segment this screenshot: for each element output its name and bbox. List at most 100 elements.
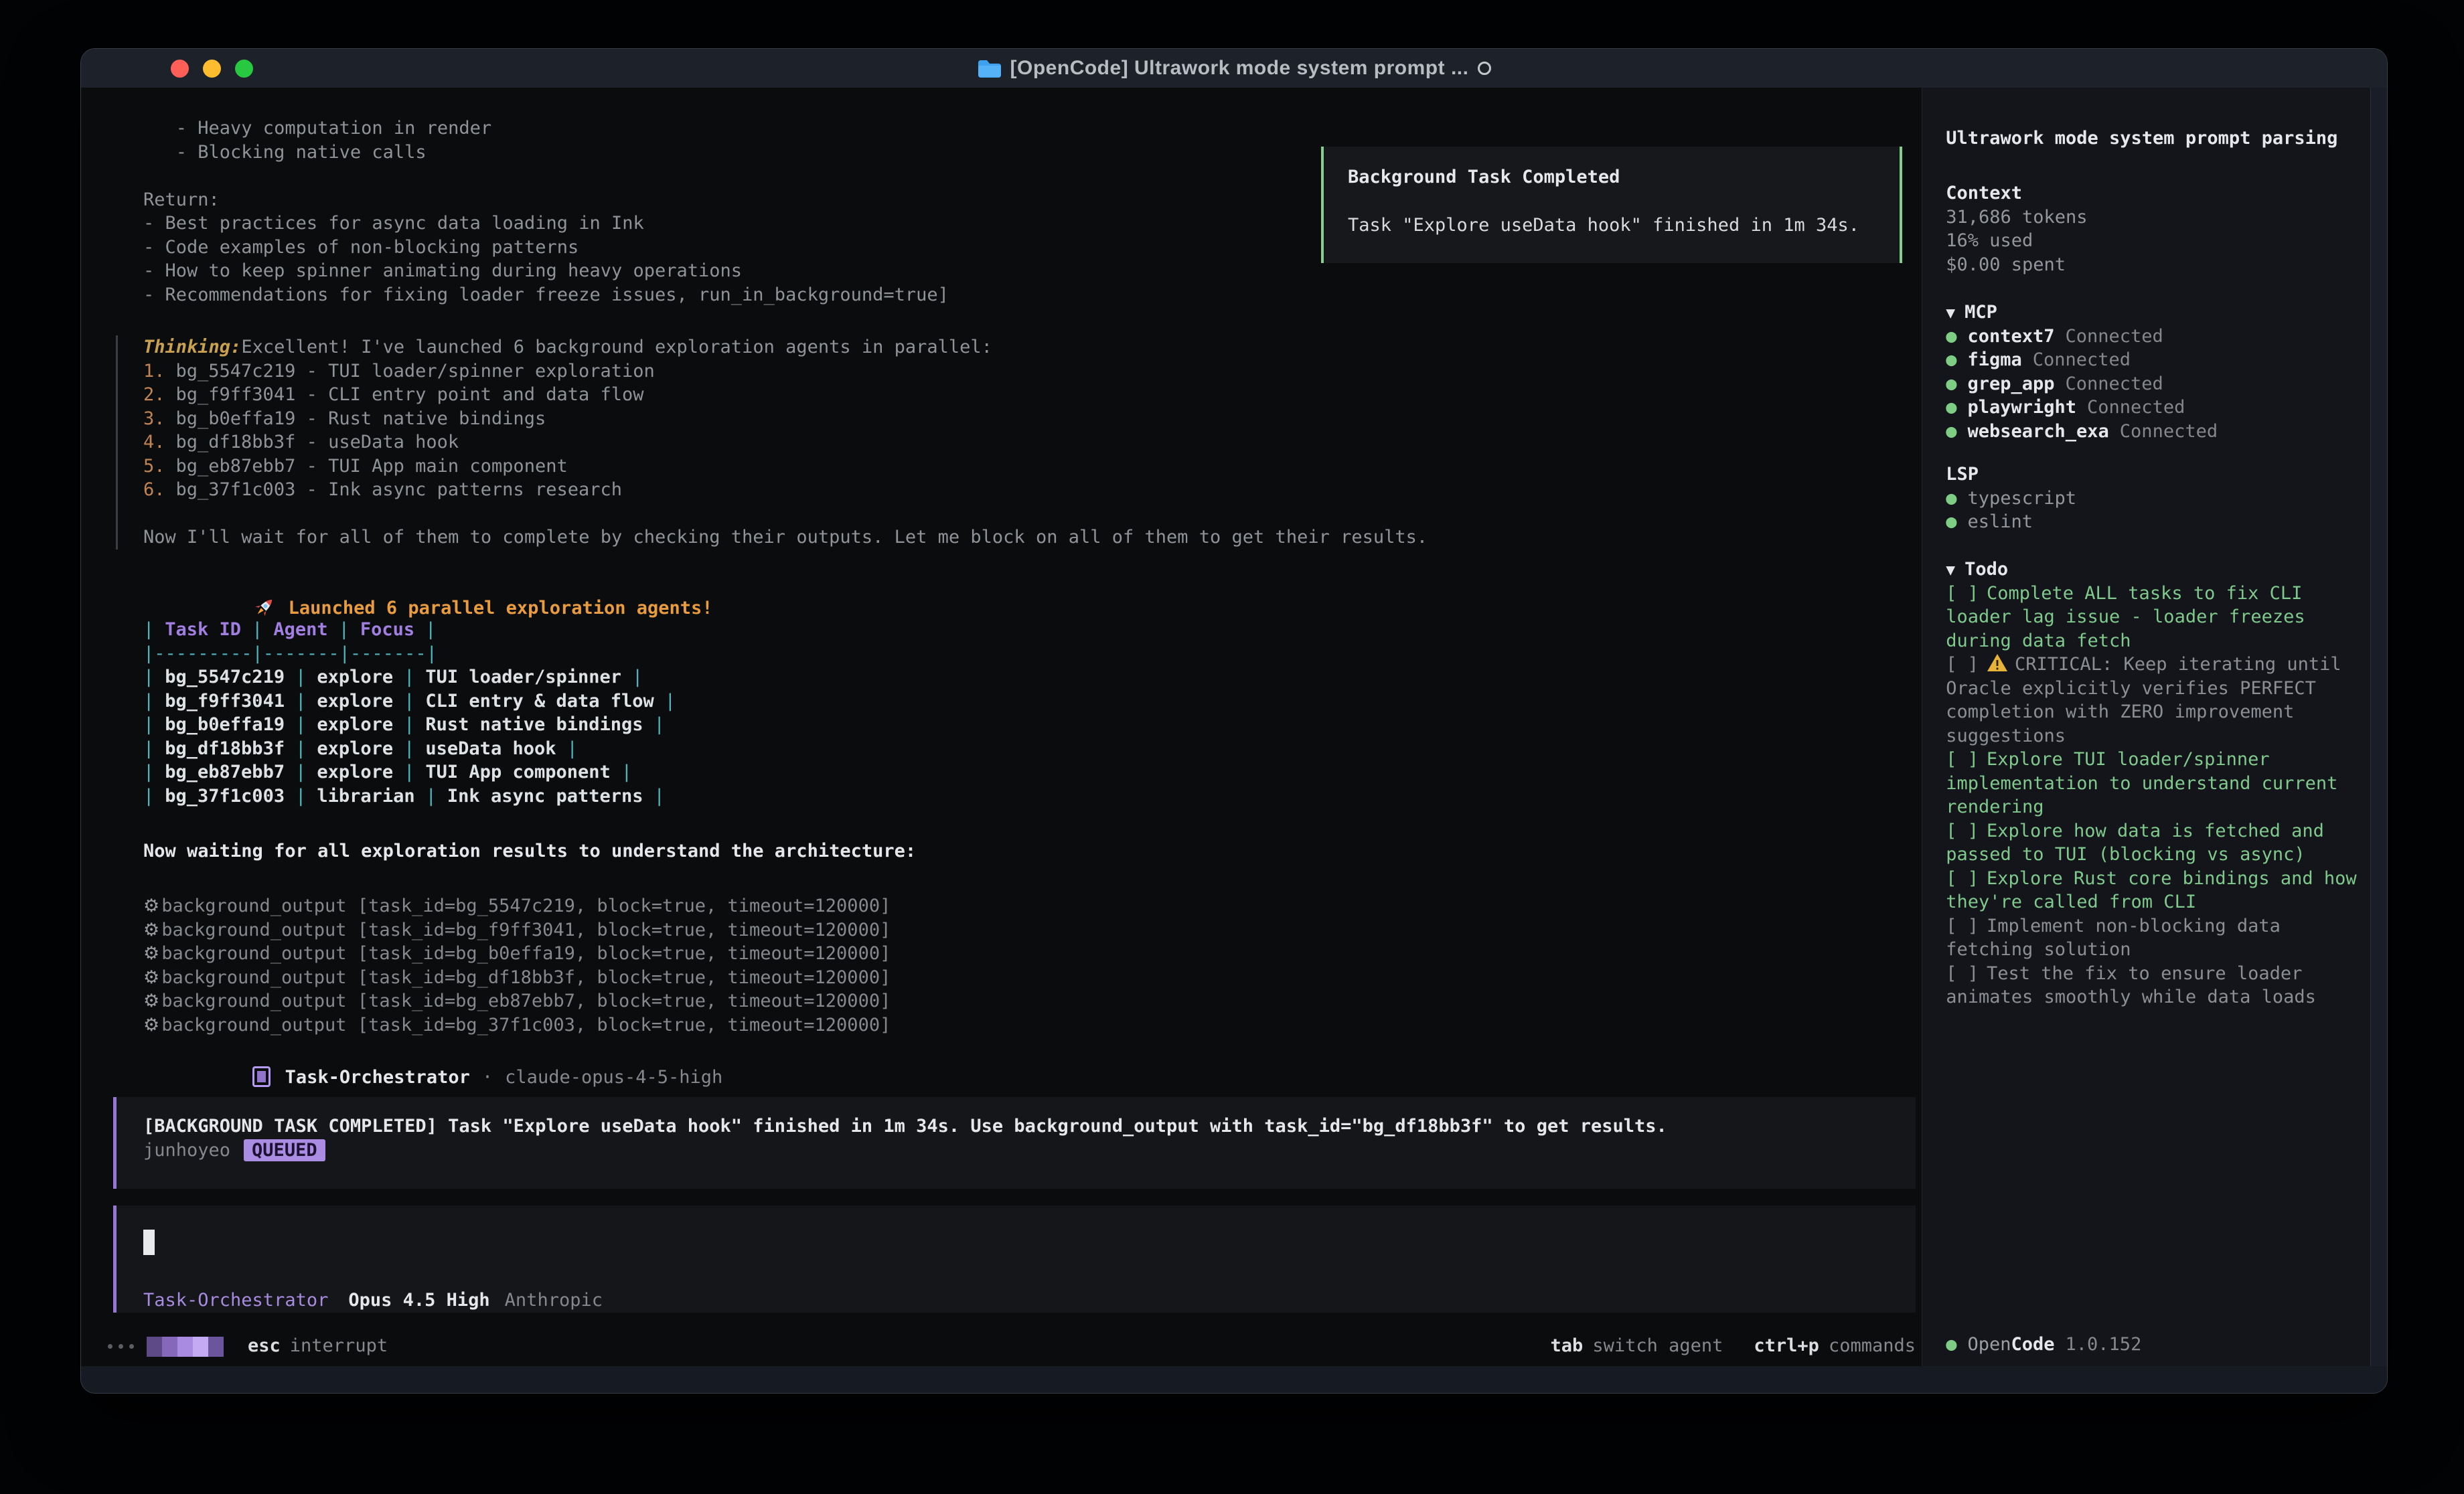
status-dot-icon: ● (1946, 421, 1956, 442)
session-title: Ultrawork mode system prompt parsing (1946, 127, 2358, 151)
thinking-item: 1.bg_5547c219 - TUI loader/spinner explo… (143, 359, 1428, 384)
mcp-item: ●figmaConnected (1946, 348, 2358, 372)
app-window: [OpenCode] Ultrawork mode system prompt … (80, 48, 2388, 1394)
table-row: |bg_eb87ebb7|explore|TUI App component| (143, 760, 676, 784)
thinking-block: Thinking:Excellent! I've launched 6 back… (116, 335, 1428, 550)
context-section: Context 31,686 tokens 16% used $0.00 spe… (1946, 181, 2358, 276)
thinking-item: 5.bg_eb87ebb7 - TUI App main component (143, 454, 1428, 479)
agent-attribution: Task-Orchestrator·claude-opus-4-5-high (143, 1042, 722, 1066)
status-dot-icon: ● (1946, 374, 1956, 394)
agent-model: claude-opus-4-5-high (505, 1067, 722, 1088)
terminal-line: - Blocking native calls (143, 141, 949, 165)
context-tokens: 31,686 tokens (1946, 205, 2358, 230)
online-dot-icon: ● (1946, 1334, 1956, 1355)
todo-item: [ ]Implement non-blocking data fetching … (1946, 914, 2358, 962)
waiting-heading: Now waiting for all exploration results … (143, 839, 916, 863)
agent-selector[interactable]: Task-OrchestratorOpus 4.5 HighAnthropic (143, 1289, 1916, 1313)
todo-heading: Todo (1965, 559, 2008, 580)
todo-item: [ ]Explore how data is fetched and passe… (1946, 819, 2358, 867)
table-row: |bg_b0effa19|explore|Rust native binding… (143, 713, 676, 737)
chevron-down-icon: ▼ (1946, 562, 1955, 579)
table-row: |bg_f9ff3041|explore|CLI entry & data fl… (143, 689, 676, 714)
gear-icon: ⚙ (143, 967, 159, 988)
notification-body: Task "Explore useData hook" finished in … (1348, 214, 1900, 238)
status-dot-icon: ● (1946, 488, 1956, 509)
context-used: 16% used (1946, 229, 2358, 253)
mcp-item: ●websearch_exaConnected (1946, 420, 2358, 444)
sidebar: Ultrawork mode system prompt parsing Con… (1922, 88, 2370, 1366)
thinking-item: 2.bg_f9ff3041 - CLI entry point and data… (143, 383, 1428, 407)
progress-spinner-icon (108, 1337, 224, 1357)
app-version: 1.0.152 (2066, 1334, 2142, 1355)
session-title-block: Ultrawork mode system prompt parsing (1946, 127, 2358, 151)
todo-item: [ ]Explore TUI loader/spinner implementa… (1946, 748, 2358, 819)
launch-banner: Launched 6 parallel exploration agents! (143, 571, 713, 595)
mcp-item: ●context7Connected (1946, 325, 2358, 349)
terminal-main: - Heavy computation in render - Blocking… (81, 88, 1922, 1366)
esc-key-hint: esc (248, 1335, 281, 1356)
status-dot-icon: ● (1946, 349, 1956, 370)
prompt-input[interactable]: Task-OrchestratorOpus 4.5 HighAnthropic (113, 1206, 1916, 1313)
status-dot-icon: ● (1946, 511, 1956, 532)
lsp-item: ●typescript (1946, 487, 2358, 511)
tool-result-text: - Heavy computation in render - Blocking… (143, 116, 949, 307)
tool-call-line: ⚙background_output [task_id=bg_eb87ebb7,… (143, 989, 891, 1013)
titlebar: [OpenCode] Ultrawork mode system prompt … (81, 49, 2387, 88)
gear-icon: ⚙ (143, 896, 159, 916)
app-version-footer: ●OpenCode1.0.152 (1946, 1333, 2141, 1357)
completed-message: [BACKGROUND TASK COMPLETED] Task "Explor… (143, 1114, 1916, 1139)
warning-icon (1987, 653, 2008, 672)
tool-call-line: ⚙background_output [task_id=bg_b0effa19,… (143, 942, 891, 966)
todo-item: [ ]Explore Rust core bindings and how th… (1946, 867, 2358, 914)
terminal-line: - Heavy computation in render (143, 116, 949, 141)
thinking-intro: Thinking:Excellent! I've launched 6 back… (143, 335, 1428, 359)
background-task-completed-box: [BACKGROUND TASK COMPLETED] Task "Explor… (113, 1097, 1916, 1189)
table-row: |bg_5547c219|explore|TUI loader/spinner| (143, 665, 676, 689)
chevron-down-icon: ▼ (1946, 305, 1955, 322)
todo-heading-row[interactable]: ▼ Todo (1946, 558, 2358, 582)
status-dot-icon: ● (1946, 326, 1956, 347)
minimize-button[interactable] (203, 60, 221, 78)
gear-icon: ⚙ (143, 991, 159, 1011)
mcp-section: ▼MCP ●context7Connected ●figmaConnected … (1946, 301, 2358, 443)
window-title: [OpenCode] Ultrawork mode system prompt … (1010, 57, 1469, 80)
todo-item: [ ]CRITICAL: Keep iterating until Oracle… (1946, 653, 2358, 748)
window-title-group: [OpenCode] Ultrawork mode system prompt … (977, 57, 1492, 80)
status-bar: escinterrupt tabswitch agentctrl+pcomman… (108, 1334, 1916, 1358)
maximize-button[interactable] (235, 60, 253, 78)
model-provider: Anthropic (505, 1290, 603, 1311)
waiting-heading-block: Now waiting for all exploration results … (143, 839, 916, 863)
tool-call-line: ⚙background_output [task_id=bg_5547c219,… (143, 894, 891, 918)
thinking-item: 3.bg_b0effa19 - Rust native bindings (143, 407, 1428, 431)
traffic-lights (171, 49, 253, 88)
queued-badge: QUEUED (244, 1139, 325, 1161)
window-footer (81, 1366, 2387, 1394)
text-cursor (143, 1230, 155, 1255)
launch-banner-text: Launched 6 parallel exploration agents! (289, 598, 713, 618)
terminal-line: - How to keep spinner animating during h… (143, 259, 949, 283)
table-separator-row: |---------|-------|-------| (143, 642, 676, 666)
close-button[interactable] (171, 60, 189, 78)
mcp-heading-row[interactable]: ▼ MCP (1946, 301, 2358, 325)
agents-table: |Task ID|Agent|Focus| |---------|-------… (143, 618, 676, 808)
rocket-icon (252, 595, 277, 619)
table-header-row: |Task ID|Agent|Focus| (143, 618, 676, 642)
completed-meta: junhoyeo QUEUED (143, 1139, 1916, 1163)
mcp-heading: MCP (1965, 302, 1997, 323)
gear-icon: ⚙ (143, 1015, 159, 1035)
tool-call-line: ⚙background_output [task_id=bg_37f1c003,… (143, 1013, 891, 1038)
table-row: |bg_37f1c003|librarian|Ink async pattern… (143, 784, 676, 809)
keybind-hints: tabswitch agentctrl+pcommands (1551, 1334, 1916, 1358)
username: junhoyeo (143, 1140, 230, 1161)
selected-model: Opus 4.5 High (348, 1290, 489, 1311)
todo-item: [ ]Test the fix to ensure loader animate… (1946, 962, 2358, 1009)
scrollbar-gutter[interactable] (2370, 88, 2387, 1366)
context-spent: $0.00 spent (1946, 253, 2358, 277)
thinking-item: 6.bg_37f1c003 - Ink async patterns resea… (143, 478, 1428, 502)
terminal-line: Return: (143, 188, 949, 212)
toast-notification[interactable]: Background Task Completed Task "Explore … (1321, 147, 1902, 263)
todo-section: ▼Todo [ ]Complete ALL tasks to fix CLI l… (1946, 558, 2358, 1009)
gear-icon: ⚙ (143, 920, 159, 940)
loading-circle-icon (1478, 62, 1491, 75)
thinking-outro: Now I'll wait for all of them to complet… (143, 525, 1428, 550)
